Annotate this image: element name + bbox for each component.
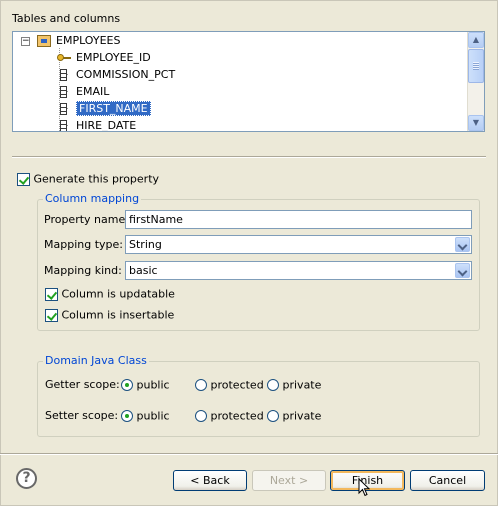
- tree-item-first-name[interactable]: FIRST_NAME: [57, 100, 151, 117]
- tree-item-label: EMAIL: [76, 85, 110, 98]
- setter-private-radio[interactable]: [267, 410, 279, 422]
- tree-item-label: HIRE_DATE: [76, 119, 137, 132]
- tree-item-commission-pct[interactable]: COMMISSION_PCT: [57, 66, 175, 83]
- column-updatable-label: Column is updatable: [61, 287, 175, 301]
- domain-class-legend: Domain Java Class: [43, 354, 149, 367]
- generate-property-checkbox[interactable]: [17, 172, 30, 186]
- column-insertable-label: Column is insertable: [61, 308, 175, 322]
- help-icon[interactable]: ?: [16, 468, 37, 489]
- cancel-button[interactable]: Cancel: [410, 470, 485, 491]
- mouse-cursor-icon: [358, 478, 371, 497]
- mapping-type-label: Mapping type:: [44, 238, 123, 251]
- tree-item-label: COMMISSION_PCT: [76, 68, 176, 81]
- generate-property-label: Generate this property: [33, 172, 160, 186]
- column-mapping-legend: Column mapping: [43, 192, 142, 205]
- getter-private-option[interactable]: private: [267, 378, 321, 392]
- setter-public-label: public: [136, 409, 170, 423]
- getter-protected-radio[interactable]: [195, 379, 207, 391]
- setter-private-option[interactable]: private: [267, 409, 321, 423]
- getter-private-radio[interactable]: [267, 379, 279, 391]
- mapping-type-select[interactable]: String: [125, 235, 472, 254]
- tree-item-employees[interactable]: EMPLOYEES: [37, 32, 120, 49]
- column-icon: [60, 69, 67, 81]
- scroll-down-button[interactable]: ▼: [468, 115, 484, 131]
- setter-scope-label: Setter scope:: [45, 409, 119, 422]
- getter-scope-label: Getter scope:: [45, 378, 120, 391]
- tables-tree[interactable]: − EMPLOYEES EMPLOYEE_ID COMMISSION_PCT E…: [12, 31, 485, 132]
- property-name-input[interactable]: firstName: [125, 210, 472, 229]
- footer-divider: [0, 453, 498, 455]
- property-name-label: Property name:: [44, 213, 129, 226]
- getter-protected-label: protected: [210, 378, 264, 392]
- tree-item-email[interactable]: EMAIL: [57, 83, 109, 100]
- getter-public-label: public: [136, 378, 170, 392]
- tree-item-hire-date[interactable]: HIRE_DATE: [57, 117, 137, 132]
- column-updatable-row[interactable]: Column is updatable: [45, 287, 175, 301]
- setter-protected-radio[interactable]: [195, 410, 207, 422]
- column-insertable-checkbox[interactable]: [45, 308, 58, 322]
- tree-item-label: EMPLOYEE_ID: [76, 51, 151, 64]
- collapse-toggle[interactable]: −: [21, 37, 30, 46]
- back-button[interactable]: < Back: [173, 470, 247, 491]
- scroll-thumb[interactable]: [468, 49, 484, 83]
- setter-private-label: private: [282, 409, 322, 423]
- primary-key-icon: [57, 52, 71, 64]
- tree-vertical-scrollbar[interactable]: ▲ ▼: [467, 32, 484, 131]
- column-insertable-row[interactable]: Column is insertable: [45, 308, 174, 322]
- setter-protected-option[interactable]: protected: [195, 409, 264, 423]
- mapping-kind-label: Mapping kind:: [44, 264, 122, 277]
- tree-item-label: EMPLOYEES: [56, 34, 121, 47]
- chevron-down-icon[interactable]: [455, 237, 470, 252]
- mapping-kind-value: basic: [129, 264, 158, 277]
- mapping-kind-select[interactable]: basic: [125, 261, 472, 280]
- getter-private-label: private: [282, 378, 322, 392]
- setter-public-radio[interactable]: [121, 410, 133, 422]
- getter-protected-option[interactable]: protected: [195, 378, 264, 392]
- generate-property-row[interactable]: Generate this property: [17, 172, 159, 186]
- column-icon: [60, 103, 67, 115]
- domain-class-group: [37, 361, 480, 437]
- tree-item-label-selected: FIRST_NAME: [76, 101, 151, 116]
- tables-columns-label: Tables and columns: [12, 12, 121, 25]
- getter-public-option[interactable]: public: [121, 378, 170, 392]
- scroll-up-button[interactable]: ▲: [468, 32, 484, 48]
- chevron-down-icon[interactable]: [455, 263, 470, 278]
- getter-public-radio[interactable]: [121, 379, 133, 391]
- table-icon: [37, 35, 51, 47]
- setter-public-option[interactable]: public: [121, 409, 170, 423]
- column-icon: [60, 86, 67, 98]
- mapping-type-value: String: [129, 238, 162, 251]
- column-icon: [60, 120, 67, 131]
- tree-item-employee-id[interactable]: EMPLOYEE_ID: [57, 49, 151, 66]
- section-divider: [12, 156, 486, 158]
- next-button[interactable]: Next >: [252, 470, 326, 491]
- setter-protected-label: protected: [210, 409, 264, 423]
- column-updatable-checkbox[interactable]: [45, 287, 58, 301]
